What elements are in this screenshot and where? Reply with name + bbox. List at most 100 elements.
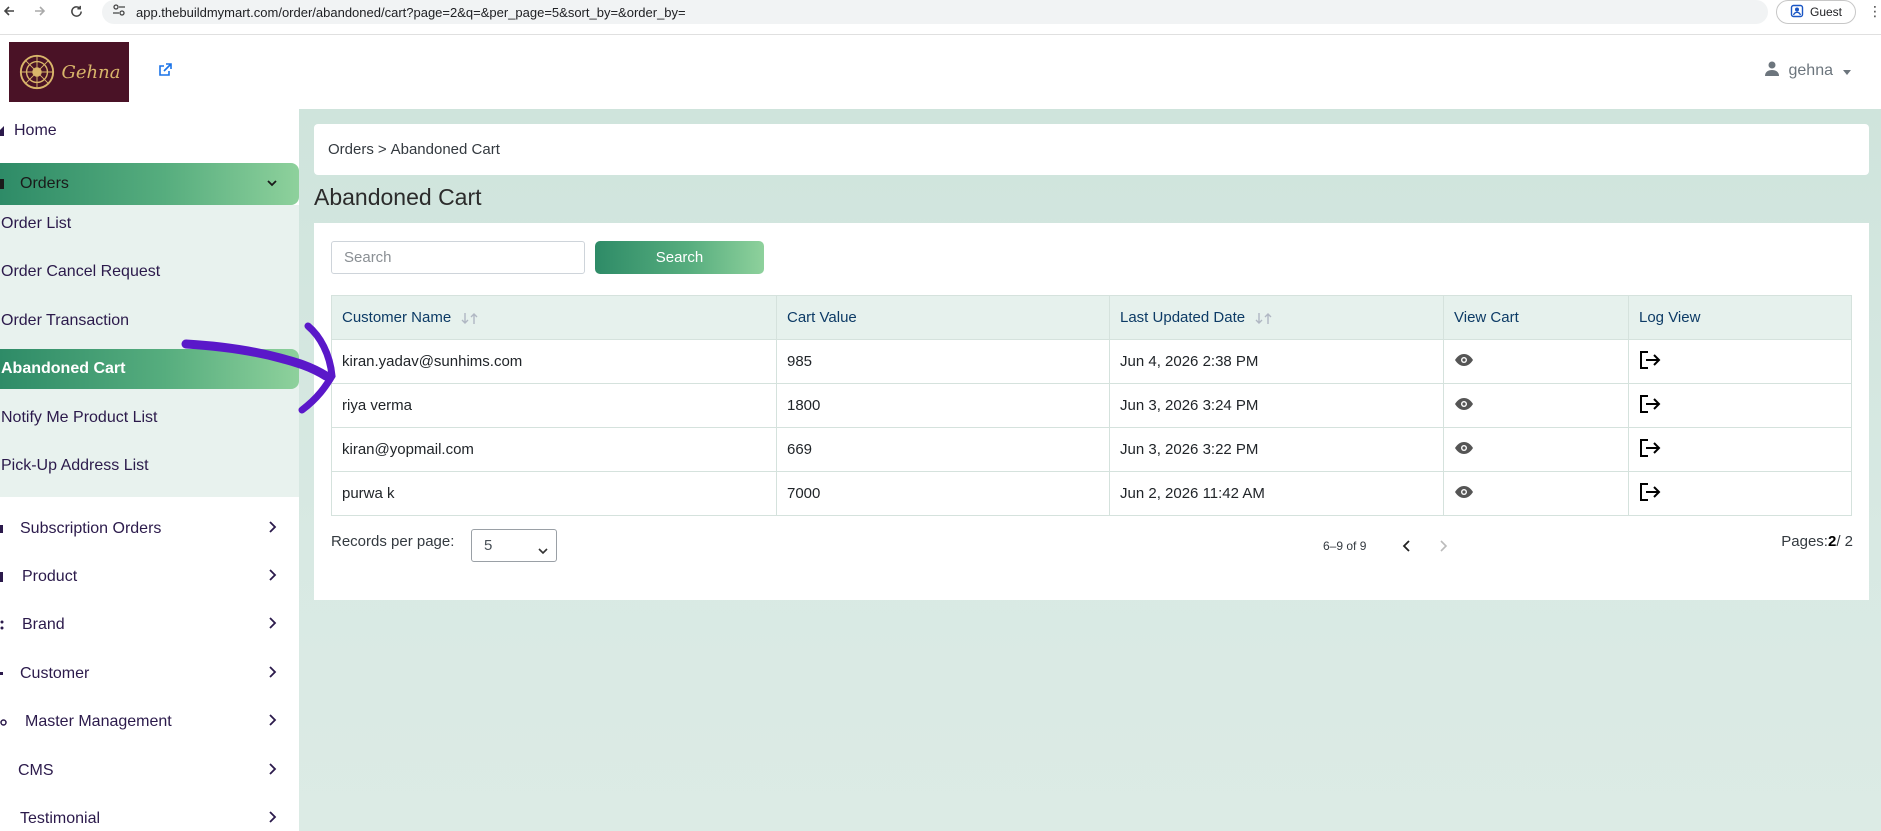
column-header-label: Customer Name xyxy=(342,309,452,326)
column-header-view-cart: View Cart xyxy=(1443,295,1629,340)
profile-icon xyxy=(1790,4,1804,21)
gear-icon xyxy=(0,718,25,726)
site-settings-icon[interactable] xyxy=(112,3,126,21)
sidebar-item-orders[interactable]: Orders xyxy=(0,163,299,205)
cell-view-cart xyxy=(1443,339,1629,384)
forward-icon[interactable] xyxy=(31,2,49,20)
column-header-last-updated[interactable]: Last Updated Date xyxy=(1109,295,1444,340)
chevron-down-icon xyxy=(538,542,548,559)
sidebar-item-label: Testimonial xyxy=(20,810,101,827)
cell-customer: kiran.yadav@sunhims.com xyxy=(331,339,777,384)
cell-customer: purwa k xyxy=(331,471,777,516)
caret-down-icon xyxy=(1843,62,1851,80)
cell-cart-value: 985 xyxy=(776,339,1110,384)
external-link-icon[interactable] xyxy=(157,62,173,83)
cell-cart-value: 669 xyxy=(776,427,1110,472)
subscription-icon xyxy=(0,525,20,533)
product-icon xyxy=(0,572,22,582)
logout-icon[interactable] xyxy=(1639,482,1661,506)
search-input[interactable] xyxy=(331,241,585,274)
column-header-label: Cart Value xyxy=(787,309,857,326)
brand-logo[interactable]: Gehna xyxy=(9,42,129,102)
sidebar-item-label: Master Management xyxy=(25,713,172,730)
chevron-down-icon xyxy=(265,176,279,195)
reload-icon[interactable] xyxy=(67,2,85,20)
profile-button[interactable]: Guest xyxy=(1776,0,1856,24)
cell-cart-value: 7000 xyxy=(776,471,1110,516)
sidebar-item-cms[interactable]: CMS xyxy=(0,749,299,793)
sort-icon[interactable] xyxy=(1255,312,1273,325)
customer-icon xyxy=(0,672,20,676)
back-icon[interactable] xyxy=(0,2,18,20)
cell-date: Jun 4, 2026 2:38 PM xyxy=(1109,339,1444,384)
sidebar: Home Orders Order List Order Cancel Requ… xyxy=(0,109,299,831)
sidebar-item-label: CMS xyxy=(18,762,54,779)
cell-cart-value: 1800 xyxy=(776,383,1110,428)
sidebar-item-abandoned-cart[interactable]: Abandoned Cart xyxy=(0,349,299,389)
cell-view-cart xyxy=(1443,383,1629,428)
eye-icon[interactable] xyxy=(1454,441,1474,459)
logout-icon[interactable] xyxy=(1639,350,1661,374)
previous-page-icon[interactable] xyxy=(1401,539,1413,558)
cell-log-view xyxy=(1628,427,1852,472)
total-pages: / 2 xyxy=(1836,533,1853,550)
sidebar-item-order-cancel-request[interactable]: Order Cancel Request xyxy=(0,254,299,290)
sidebar-item-label: Home xyxy=(14,122,57,139)
home-icon xyxy=(0,126,14,136)
abandoned-cart-card: Search Customer Name Cart Value Last Upd… xyxy=(314,223,1869,600)
sort-icon[interactable] xyxy=(461,312,479,325)
brand-icon xyxy=(0,620,22,630)
logout-icon[interactable] xyxy=(1639,438,1661,462)
sidebar-item-home[interactable]: Home xyxy=(0,109,299,153)
sidebar-item-testimonial[interactable]: Testimonial xyxy=(0,797,299,831)
address-bar[interactable]: app.thebuildmymart.com/order/abandoned/c… xyxy=(102,0,1768,24)
column-header-cart-value: Cart Value xyxy=(776,295,1110,340)
table-row: kiran.yadav@sunhims.com 985 Jun 4, 2026 … xyxy=(331,339,1852,384)
cell-view-cart xyxy=(1443,427,1629,472)
pages-indicator: Pages:2/ 2 xyxy=(1781,533,1853,550)
records-per-page-value: 5 xyxy=(484,537,493,554)
orders-icon xyxy=(0,179,20,189)
cell-customer: kiran@yopmail.com xyxy=(331,427,777,472)
sidebar-item-label: Product xyxy=(22,568,78,585)
table-header-row: Customer Name Cart Value Last Updated Da… xyxy=(331,295,1852,340)
sidebar-item-pickup-address-list[interactable]: Pick-Up Address List xyxy=(0,448,299,484)
user-menu[interactable]: gehna xyxy=(1764,61,1851,81)
mandala-icon xyxy=(19,54,54,90)
sidebar-item-product[interactable]: Product xyxy=(0,555,299,599)
sidebar-item-master-management[interactable]: Master Management xyxy=(0,700,299,744)
eye-icon[interactable] xyxy=(1454,485,1474,503)
chevron-right-icon xyxy=(265,713,279,732)
chevron-right-icon xyxy=(265,762,279,781)
sidebar-item-order-transaction[interactable]: Order Transaction xyxy=(0,303,299,339)
sidebar-item-label: Orders xyxy=(20,175,69,192)
sidebar-item-subscription-orders[interactable]: Subscription Orders xyxy=(0,507,299,551)
column-header-customer-name[interactable]: Customer Name xyxy=(331,295,777,340)
eye-icon[interactable] xyxy=(1454,353,1474,371)
browser-menu-icon[interactable]: ⋮ xyxy=(1868,3,1881,20)
sidebar-item-customer[interactable]: Customer xyxy=(0,652,299,696)
breadcrumb-orders[interactable]: Orders xyxy=(328,141,374,158)
sidebar-item-label: Pick-Up Address List xyxy=(1,457,149,474)
table-row: purwa k 7000 Jun 2, 2026 11:42 AM xyxy=(331,471,1852,516)
profile-label: Guest xyxy=(1809,5,1842,19)
chevron-right-icon xyxy=(265,665,279,684)
column-header-label: Last Updated Date xyxy=(1120,309,1246,326)
pagination-range: 6–9 of 9 xyxy=(1323,539,1367,553)
cell-customer: riya verma xyxy=(331,383,777,428)
sidebar-item-label: Abandoned Cart xyxy=(1,360,126,377)
next-page-icon[interactable] xyxy=(1437,539,1449,558)
logout-icon[interactable] xyxy=(1639,394,1661,418)
records-per-page-select[interactable]: 5 xyxy=(471,529,557,562)
sidebar-item-notify-me-product-list[interactable]: Notify Me Product List xyxy=(0,400,299,436)
chevron-right-icon xyxy=(265,520,279,539)
sidebar-item-order-list[interactable]: Order List xyxy=(0,206,299,242)
table-row: riya verma 1800 Jun 3, 2026 3:24 PM xyxy=(331,383,1852,428)
logo-text: Gehna xyxy=(61,61,121,83)
breadcrumb-current: Abandoned Cart xyxy=(390,141,500,158)
breadcrumb: Orders > Abandoned Cart xyxy=(314,124,1869,175)
sidebar-item-brand[interactable]: Brand xyxy=(0,603,299,647)
cell-view-cart xyxy=(1443,471,1629,516)
eye-icon[interactable] xyxy=(1454,397,1474,415)
search-button[interactable]: Search xyxy=(595,241,764,274)
